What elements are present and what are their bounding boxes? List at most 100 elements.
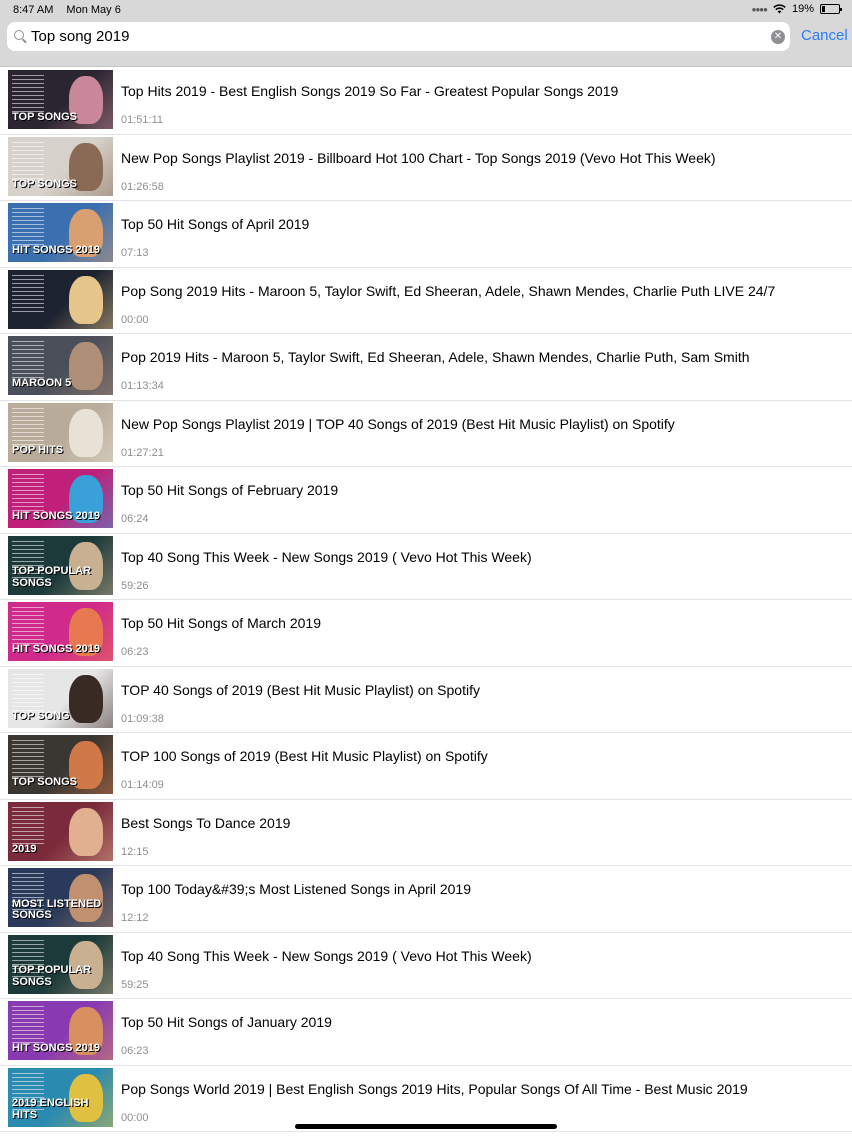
thumbnail-tracklist [12, 208, 44, 246]
result-row[interactable]: TOP POPULAR SONGS Top 40 Song This Week -… [0, 933, 852, 999]
thumbnail-text: 2019 ENGLISH HITS [12, 1097, 89, 1121]
result-row[interactable]: MOST LISTENED SONGS Top 100 Today&#39;s M… [0, 866, 852, 933]
result-title[interactable]: Top 40 Song This Week - New Songs 2019 (… [121, 948, 532, 964]
result-duration: 01:26:58 [121, 180, 164, 193]
search-input[interactable] [31, 22, 751, 51]
thumbnail-tracklist [12, 75, 44, 113]
result-row[interactable]: HIT SONGS 2019 Top 50 Hit Songs of Januar… [0, 999, 852, 1066]
result-duration: 00:00 [121, 313, 149, 326]
thumbnail-tracklist [12, 474, 44, 512]
video-thumbnail[interactable]: HIT SONGS 2019 [8, 602, 113, 661]
result-title[interactable]: Top 40 Song This Week - New Songs 2019 (… [121, 549, 532, 565]
video-thumbnail[interactable]: HIT SONGS 2019 [8, 1001, 113, 1060]
video-thumbnail[interactable] [8, 269, 113, 329]
video-thumbnail[interactable]: TOP SONGS [8, 70, 113, 129]
thumbnail-tracklist [12, 274, 44, 313]
result-row[interactable]: TOP SONGS New Pop Songs Playlist 2019 - B… [0, 135, 852, 201]
video-thumbnail[interactable]: TOP SONG [8, 668, 113, 728]
clear-search-icon[interactable]: ✕ [771, 30, 785, 44]
video-thumbnail[interactable]: POP HITS [8, 402, 113, 462]
result-title[interactable]: Top 50 Hit Songs of February 2019 [121, 482, 338, 498]
result-row[interactable]: Pop Song 2019 Hits - Maroon 5, Taylor Sw… [0, 268, 852, 334]
video-thumbnail[interactable]: 2019 [8, 801, 113, 861]
result-row[interactable]: MAROON 5 Pop 2019 Hits - Maroon 5, Taylor… [0, 334, 852, 401]
thumbnail-text: TOP POPULAR SONGS [12, 565, 92, 589]
video-thumbnail[interactable]: HIT SONGS 2019 [8, 469, 113, 528]
home-indicator[interactable] [295, 1124, 557, 1129]
result-duration: 00:00 [121, 1111, 149, 1124]
result-title[interactable]: TOP 40 Songs of 2019 (Best Hit Music Pla… [121, 682, 480, 698]
result-title[interactable]: Top 50 Hit Songs of March 2019 [121, 615, 321, 631]
thumbnail-artist-image [69, 275, 103, 324]
result-duration: 59:26 [121, 579, 149, 592]
result-title[interactable]: Top 50 Hit Songs of January 2019 [121, 1014, 332, 1030]
result-title[interactable]: Best Songs To Dance 2019 [121, 815, 290, 831]
result-duration: 01:14:09 [121, 779, 164, 791]
video-thumbnail[interactable]: TOP SONGS [8, 735, 113, 794]
status-bar: 8:47 AM Mon May 6 ●●●● 19% [0, 0, 852, 20]
thumbnail-text: POP HITS [12, 443, 64, 456]
thumbnail-text: HIT SONGS 2019 [12, 643, 101, 656]
result-row[interactable]: POP HITS New Pop Songs Playlist 2019 | TO… [0, 401, 852, 467]
result-duration: 06:23 [121, 646, 149, 658]
thumbnail-text: 2019 [12, 842, 37, 855]
status-right: ●●●● 19% [751, 3, 842, 15]
result-duration: 06:23 [121, 1045, 149, 1057]
status-date: Mon May 6 [66, 4, 121, 16]
result-title[interactable]: New Pop Songs Playlist 2019 | TOP 40 Son… [121, 416, 675, 432]
thumbnail-tracklist [12, 141, 44, 180]
result-row[interactable]: HIT SONGS 2019 Top 50 Hit Songs of March … [0, 600, 852, 667]
status-time: 8:47 AM [13, 4, 54, 16]
video-thumbnail[interactable]: 2019 ENGLISH HITS [8, 1067, 113, 1127]
thumbnail-tracklist [12, 673, 44, 712]
thumbnail-tracklist [12, 1006, 44, 1044]
result-row[interactable]: TOP SONGS Top Hits 2019 - Best English So… [0, 68, 852, 135]
status-left: 8:47 AM Mon May 6 [13, 4, 131, 16]
search-box[interactable]: ✕ [7, 22, 790, 51]
thumbnail-tracklist [12, 806, 44, 845]
video-thumbnail[interactable]: TOP SONGS [8, 136, 113, 196]
result-title[interactable]: Top 100 Today&#39;s Most Listened Songs … [121, 881, 471, 897]
result-title[interactable]: Pop Song 2019 Hits - Maroon 5, Taylor Sw… [121, 283, 775, 299]
thumbnail-text: TOP SONGS [12, 177, 78, 190]
result-row[interactable]: HIT SONGS 2019 Top 50 Hit Songs of April … [0, 201, 852, 268]
signal-icon: ●●●● [751, 4, 768, 14]
thumbnail-text: TOP SONGS [12, 776, 78, 789]
wifi-icon [773, 4, 786, 14]
result-row[interactable]: TOP SONGS TOP 100 Songs of 2019 (Best Hit… [0, 733, 852, 800]
thumbnail-tracklist [12, 607, 44, 645]
thumbnail-text: MOST LISTENED SONGS [12, 897, 102, 922]
results-list: TOP SONGS Top Hits 2019 - Best English So… [0, 68, 852, 1132]
video-thumbnail[interactable]: MOST LISTENED SONGS [8, 868, 113, 927]
search-icon [14, 30, 24, 40]
result-row[interactable]: TOP POPULAR SONGS Top 40 Song This Week -… [0, 534, 852, 600]
result-title[interactable]: Top 50 Hit Songs of April 2019 [121, 216, 309, 232]
thumbnail-text: HIT SONGS 2019 [12, 510, 101, 523]
video-thumbnail[interactable]: TOP POPULAR SONGS [8, 535, 113, 595]
thumbnail-tracklist [12, 407, 44, 446]
video-thumbnail[interactable]: MAROON 5 [8, 336, 113, 395]
result-duration: 12:12 [121, 912, 149, 924]
result-title[interactable]: Pop 2019 Hits - Maroon 5, Taylor Swift, … [121, 349, 750, 365]
result-duration: 06:24 [121, 513, 149, 525]
result-duration: 59:25 [121, 978, 149, 991]
result-row[interactable]: 2019 ENGLISH HITS Pop Songs World 2019 | … [0, 1066, 852, 1132]
result-duration: 01:27:21 [121, 446, 164, 459]
result-title[interactable]: Top Hits 2019 - Best English Songs 2019 … [121, 83, 618, 99]
result-row[interactable]: HIT SONGS 2019 Top 50 Hit Songs of Februa… [0, 467, 852, 534]
thumbnail-tracklist [12, 341, 44, 379]
result-title[interactable]: Pop Songs World 2019 | Best English Song… [121, 1081, 748, 1097]
search-bar: ✕ Cancel [0, 20, 852, 67]
video-thumbnail[interactable]: TOP POPULAR SONGS [8, 934, 113, 994]
result-duration: 01:09:38 [121, 712, 164, 725]
video-thumbnail[interactable]: HIT SONGS 2019 [8, 203, 113, 262]
thumbnail-tracklist [12, 740, 44, 778]
result-row[interactable]: 2019 Best Songs To Dance 2019 12:15 [0, 800, 852, 866]
result-title[interactable]: TOP 100 Songs of 2019 (Best Hit Music Pl… [121, 748, 488, 764]
battery-percent: 19% [791, 3, 814, 15]
cancel-button[interactable]: Cancel [801, 27, 848, 44]
result-title[interactable]: New Pop Songs Playlist 2019 - Billboard … [121, 150, 716, 166]
result-duration: 12:15 [121, 845, 149, 858]
battery-icon [820, 4, 842, 14]
result-row[interactable]: TOP SONG TOP 40 Songs of 2019 (Best Hit M… [0, 667, 852, 733]
